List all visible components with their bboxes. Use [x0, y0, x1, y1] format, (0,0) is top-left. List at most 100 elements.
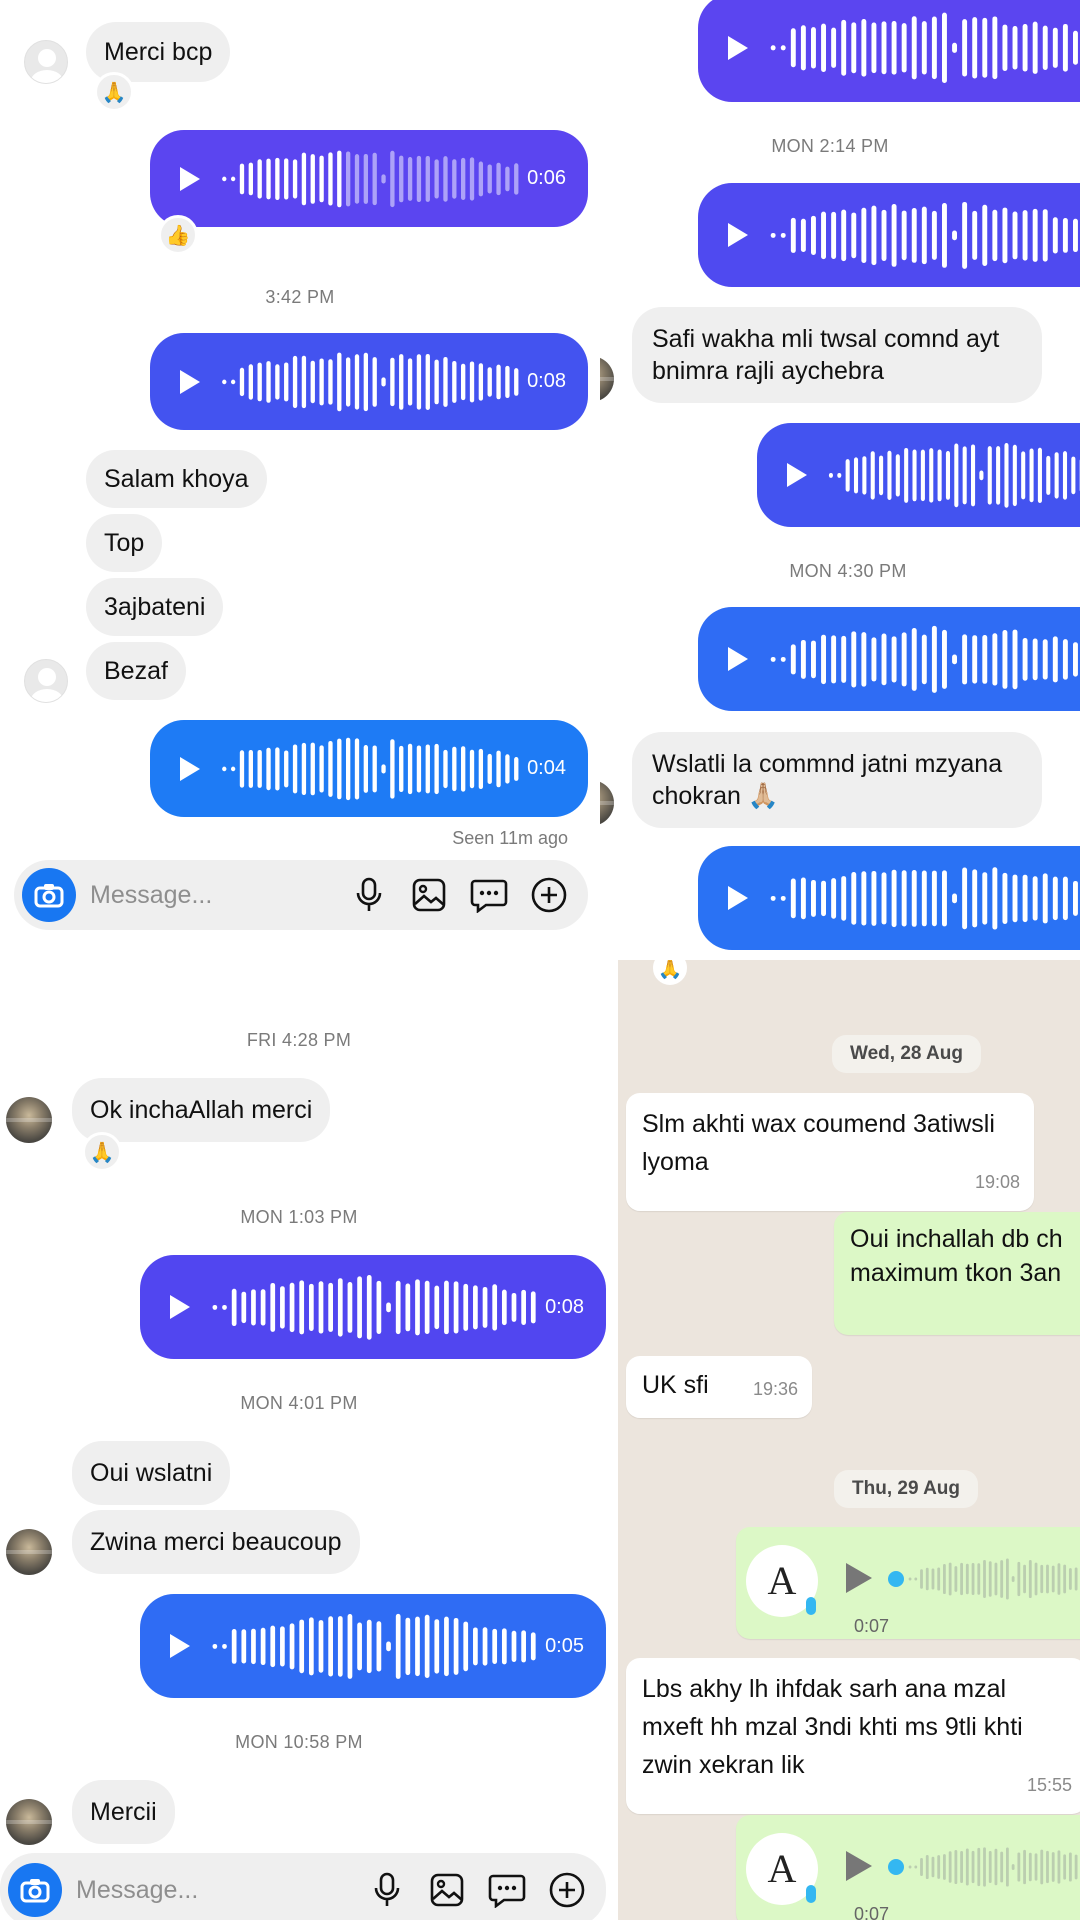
sticker-icon[interactable]	[486, 1869, 528, 1911]
play-icon[interactable]	[180, 369, 200, 394]
waveform-bar	[318, 1619, 324, 1673]
camera-icon[interactable]	[22, 868, 76, 922]
play-icon[interactable]	[170, 1634, 190, 1658]
waveform-bar	[962, 201, 968, 269]
message-bubble[interactable]: Oui inchallah db ch maximum tkon 3an	[834, 1212, 1080, 1335]
voice-message[interactable]	[698, 183, 1080, 287]
waveform-bar	[381, 376, 386, 387]
reaction-badge[interactable]: 👍	[158, 215, 198, 255]
waveform-bar	[328, 1282, 334, 1332]
waveform	[770, 625, 1078, 693]
waveform-bar	[931, 1856, 935, 1878]
waveform-bar	[925, 1567, 929, 1591]
add-icon[interactable]	[528, 874, 570, 916]
voice-message[interactable]: 0:04	[150, 720, 588, 817]
microphone-icon[interactable]	[366, 1869, 408, 1911]
gallery-icon[interactable]	[408, 874, 450, 916]
message-bubble[interactable]: Salam khoya	[86, 450, 267, 508]
message-bubble[interactable]: Bezaf	[86, 642, 186, 700]
waveform-bar	[463, 1621, 469, 1671]
microphone-icon[interactable]	[348, 874, 390, 916]
waveform-bar	[1002, 207, 1008, 263]
waveform-bar	[501, 1627, 507, 1664]
message-bubble[interactable]: UK sfi 19:36	[626, 1356, 812, 1418]
voice-message[interactable]	[698, 846, 1080, 950]
play-icon[interactable]	[728, 36, 748, 60]
waveform-bar	[521, 1629, 526, 1663]
waveform-bar	[996, 445, 1001, 505]
camera-icon[interactable]	[8, 1863, 62, 1917]
waveform-bar	[328, 358, 333, 405]
message-time: 15:55	[1026, 1775, 1072, 1795]
sticker-icon[interactable]	[468, 874, 510, 916]
panel-instagram-chat-1: Merci bcp 🙏 0:06 👍 3:42 PM 0:08 Salam kh…	[0, 0, 600, 960]
waveform-bar	[831, 877, 837, 919]
message-bubble[interactable]: Oui wslatni	[72, 1441, 231, 1505]
waveform-bar	[891, 203, 897, 267]
waveform-bar	[1017, 1561, 1021, 1597]
voice-message[interactable]	[698, 0, 1080, 102]
play-icon[interactable]	[170, 1295, 190, 1319]
waveform-bar	[1012, 874, 1018, 922]
waveform-bar	[260, 1288, 266, 1326]
contact-avatar[interactable]	[6, 1097, 52, 1143]
waveform-bar	[407, 743, 413, 794]
play-icon[interactable]	[787, 463, 807, 487]
play-icon[interactable]	[846, 1563, 872, 1593]
voice-message[interactable]: 0:05	[140, 1594, 606, 1698]
message-bubble[interactable]: Mercii	[72, 1780, 175, 1844]
message-bubble[interactable]: Lbs akhy lh ihfdak sarh ana mzal mxeft h…	[626, 1658, 1080, 1814]
voice-message[interactable]: A 0:07	[736, 1527, 1080, 1639]
message-bubble[interactable]: Safi wakha mli twsal comnd ayt bnimra ra…	[632, 307, 1042, 403]
voice-duration: 0:05	[545, 1634, 584, 1657]
reaction-badge[interactable]: 🙏	[650, 960, 690, 988]
voice-message[interactable]: 0:06	[150, 130, 588, 227]
message-input[interactable]: Message...	[76, 1876, 366, 1905]
contact-avatar[interactable]	[24, 40, 68, 84]
play-icon[interactable]	[180, 166, 200, 191]
voice-message[interactable]: A 0:07	[736, 1815, 1080, 1920]
message-bubble[interactable]: Wslatli la commnd jatni mzyana chokran 🙏…	[632, 732, 1042, 828]
waveform-bar	[1011, 1576, 1015, 1582]
message-bubble[interactable]: Top	[86, 514, 163, 572]
waveform-bar	[1046, 1564, 1049, 1594]
add-icon[interactable]	[546, 1869, 588, 1911]
contact-avatar[interactable]	[6, 1799, 52, 1845]
reaction-badge[interactable]: 🙏	[82, 1132, 122, 1172]
voice-message[interactable]	[698, 607, 1080, 711]
waveform-bar	[1042, 208, 1048, 262]
contact-avatar[interactable]	[600, 780, 614, 826]
message-bubble[interactable]: Slm akhti wax coumend 3atiwsli lyoma 19:…	[626, 1093, 1034, 1211]
waveform	[770, 866, 1078, 930]
message-bubble[interactable]: Zwina merci beaucoup	[72, 1510, 360, 1574]
contact-avatar[interactable]	[600, 356, 614, 402]
contact-avatar[interactable]	[24, 659, 68, 703]
message-input[interactable]: Message...	[90, 881, 348, 910]
play-icon[interactable]	[728, 886, 748, 910]
waveform-bar	[257, 749, 262, 788]
play-icon[interactable]	[728, 647, 748, 671]
message-text: UK sfi	[642, 1371, 709, 1399]
waveform-bar	[434, 359, 439, 404]
play-icon[interactable]	[728, 223, 748, 247]
voice-duration: 0:07	[854, 1616, 890, 1636]
waveform	[222, 150, 519, 207]
waveform-bar	[482, 1286, 488, 1328]
gallery-icon[interactable]	[426, 1869, 468, 1911]
reaction-badge[interactable]: 🙏	[94, 72, 134, 112]
waveform-bar	[1006, 1847, 1009, 1887]
play-icon[interactable]	[180, 756, 200, 781]
waveform-bar	[372, 356, 377, 407]
contact-avatar[interactable]	[6, 1529, 52, 1575]
waveform-bar	[390, 150, 395, 207]
voice-message[interactable]: 0:08	[150, 333, 588, 430]
voice-message[interactable]: 0:08	[140, 1255, 606, 1359]
waveform-bar	[800, 218, 806, 252]
waveform-bar	[452, 746, 457, 791]
message-bubble[interactable]: 3ajbateni	[86, 578, 224, 636]
message-bubble[interactable]: Ok inchaAllah merci	[72, 1078, 331, 1142]
voice-duration: 0:08	[527, 370, 566, 392]
play-icon[interactable]	[846, 1851, 872, 1881]
voice-message[interactable]	[757, 423, 1080, 527]
waveform-bar	[1062, 876, 1068, 920]
